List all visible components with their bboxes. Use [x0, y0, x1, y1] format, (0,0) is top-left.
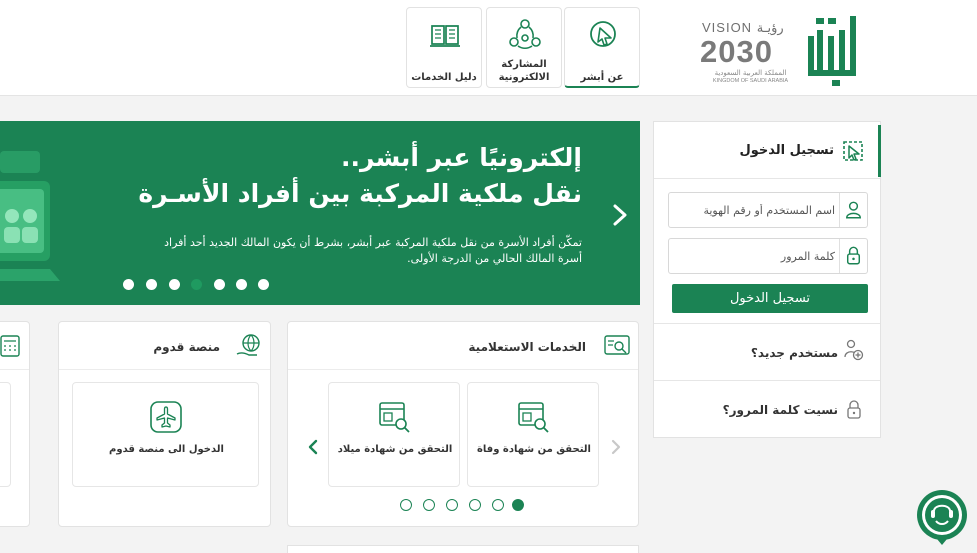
chevron-right-icon[interactable]: [609, 438, 623, 456]
username-input[interactable]: [675, 201, 835, 219]
partial-service-card: [0, 321, 30, 527]
search-document-icon: [604, 335, 630, 355]
certificate-search-icon: [379, 402, 410, 433]
inquiry-services-header: الخدمات الاستعلامية: [288, 322, 638, 370]
partial-card-header: [0, 322, 29, 370]
nav-e-participation-label: المشاركة الالكترونية: [498, 59, 550, 83]
airplane-icon: [150, 401, 182, 433]
absher-logo[interactable]: [806, 14, 862, 86]
banner-illustration: [0, 151, 60, 281]
carousel-dot[interactable]: [400, 499, 412, 511]
vision-sub-ar: المملكة العربية السعودية: [714, 69, 787, 77]
service-tile-death-certificate[interactable]: التحقق من شهادة وفاة: [467, 382, 599, 487]
login-title: تسجيل الدخول: [739, 143, 834, 158]
banner-title: إلكترونيًا عبر أبشر..: [341, 143, 582, 172]
carousel-dot[interactable]: [236, 279, 247, 290]
inquiry-services-title: الخدمات الاستعلامية: [468, 340, 586, 354]
service-tile-label: التحقق من شهادة ميلاد: [337, 444, 453, 455]
promo-banner[interactable]: إلكترونيًا عبر أبشر.. نقل ملكية المركبة …: [0, 121, 640, 305]
service-tile-arrival-platform[interactable]: الدخول الى منصة قدوم: [72, 382, 259, 487]
calculator-icon: [0, 335, 20, 357]
network-icon: [509, 19, 541, 50]
add-user-icon: [844, 339, 864, 361]
carousel-dot-active[interactable]: [512, 499, 524, 511]
carousel-dot[interactable]: [123, 279, 134, 290]
banner-body: تمكّن أفراد الأسرة من نقل ملكية المركبة …: [164, 236, 582, 265]
service-tile-label: التحقق من شهادة وفاة: [477, 444, 591, 455]
inquiry-services-card: الخدمات الاستعلامية التحقق من شهادة وفاة: [287, 321, 639, 527]
carousel-dot[interactable]: [469, 499, 481, 511]
lock-question-icon: [847, 400, 861, 419]
carousel-dot[interactable]: [423, 499, 435, 511]
nav-about-absher[interactable]: عن أبشر: [564, 7, 640, 88]
divider: [654, 323, 880, 324]
arrival-platform-header: منصة قدوم: [59, 322, 270, 370]
arrival-platform-card: منصة قدوم الدخول الى منصة قدوم: [58, 321, 271, 527]
forgot-password-link[interactable]: نسيت كلمة المرور؟: [723, 403, 838, 417]
new-user-link[interactable]: مستخدم جديد؟: [751, 346, 838, 360]
vision-sub-en: KINGDOM OF SAUDI ARABIA: [712, 78, 789, 84]
divider: [654, 380, 880, 381]
password-field[interactable]: [668, 238, 868, 274]
chevron-right-icon[interactable]: [611, 203, 629, 227]
login-header: تسجيل الدخول: [654, 122, 881, 179]
carousel-dot-active[interactable]: [191, 279, 202, 290]
arrival-platform-title: منصة قدوم: [153, 340, 220, 354]
login-accent-bar: [878, 125, 881, 177]
globe-hand-icon: [236, 334, 260, 356]
carousel-dot[interactable]: [446, 499, 458, 511]
bottom-card-edge: [287, 545, 639, 553]
carousel-dot[interactable]: [214, 279, 225, 290]
nav-about-label: عن أبشر: [580, 72, 624, 83]
carousel-dot[interactable]: [258, 279, 269, 290]
service-tile-birth-certificate[interactable]: التحقق من شهادة ميلاد: [328, 382, 460, 487]
lock-icon: [839, 239, 861, 273]
header: VISION رؤيـة 2030 المملكة العربية السعود…: [0, 0, 977, 96]
login-button[interactable]: تسجيل الدخول: [672, 284, 868, 313]
book-icon: [430, 25, 460, 47]
nav-e-participation[interactable]: المشاركة الالكترونية: [486, 7, 562, 88]
vision-year: 2030: [700, 34, 773, 69]
service-tile-label: الدخول الى منصة قدوم: [109, 444, 224, 455]
carousel-dot[interactable]: [169, 279, 180, 290]
banner-carousel-dots: [121, 279, 271, 291]
login-cursor-icon: [843, 141, 863, 161]
partial-service-tile[interactable]: [0, 382, 11, 487]
carousel-dot[interactable]: [146, 279, 157, 290]
banner-subtitle: نقل ملكية المركبة بين أفراد الأسـرة: [138, 179, 582, 208]
nav-services-guide-label: دليل الخدمات: [411, 72, 477, 83]
chat-support-icon[interactable]: [915, 489, 969, 545]
cursor-circle-icon: [590, 21, 616, 47]
carousel-dot[interactable]: [492, 499, 504, 511]
nav-services-guide[interactable]: دليل الخدمات: [406, 7, 482, 88]
chevron-left-icon[interactable]: [306, 438, 320, 456]
user-icon: [839, 193, 861, 227]
certificate-search-icon: [518, 402, 549, 433]
vision-2030-logo: VISION رؤيـة 2030 المملكة العربية السعود…: [700, 18, 800, 86]
password-input[interactable]: [675, 247, 835, 265]
login-panel: تسجيل الدخول تسجيل الدخول مستخدم جديد؟ ن…: [653, 121, 881, 438]
username-field[interactable]: [668, 192, 868, 228]
services-carousel-dots: [400, 499, 530, 511]
